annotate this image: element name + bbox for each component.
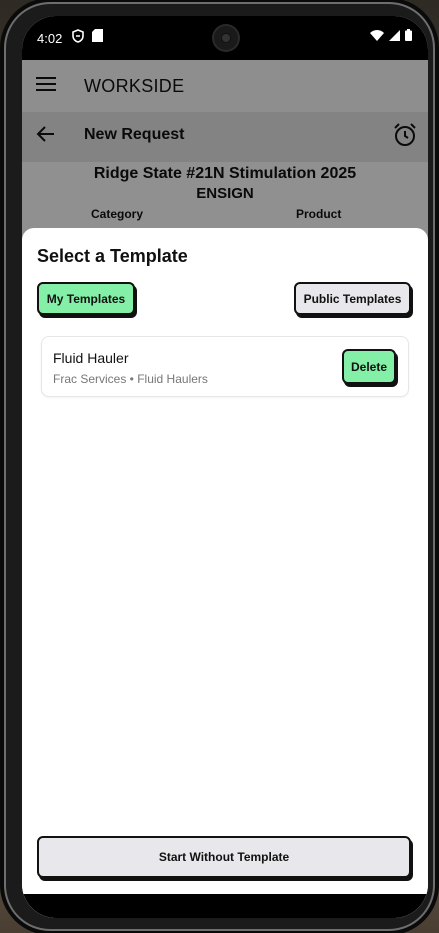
delete-template-button[interactable]: Delete	[342, 349, 396, 384]
signal-icon	[389, 29, 400, 44]
sd-card-icon	[92, 29, 103, 46]
phone-frame: 4:02 WORKSIDE New Request Ridge State #2…	[4, 2, 435, 931]
gesture-handle[interactable]	[154, 887, 252, 891]
template-subtitle: Frac Services • Fluid Haulers	[53, 372, 208, 386]
status-time: 4:02	[37, 31, 63, 46]
my-templates-button[interactable]: My Templates	[37, 282, 135, 315]
template-card[interactable]: Fluid Hauler Frac Services • Fluid Haule…	[41, 336, 409, 397]
status-left-icons	[72, 29, 103, 46]
status-right-icons	[370, 29, 412, 44]
template-sheet: Select a Template My Templates Public Te…	[22, 228, 428, 918]
phone-screen: 4:02 WORKSIDE New Request Ridge State #2…	[22, 16, 428, 918]
modal-backdrop[interactable]	[22, 60, 428, 242]
battery-icon	[405, 29, 412, 44]
wifi-icon	[370, 29, 384, 44]
status-bar: 4:02	[22, 16, 428, 60]
front-camera	[214, 26, 238, 50]
template-name: Fluid Hauler	[53, 350, 129, 366]
public-templates-button[interactable]: Public Templates	[294, 282, 411, 315]
navigation-bar	[22, 894, 428, 918]
start-without-template-button[interactable]: Start Without Template	[37, 836, 411, 878]
sheet-title: Select a Template	[37, 246, 188, 266]
shield-icon	[72, 29, 84, 46]
